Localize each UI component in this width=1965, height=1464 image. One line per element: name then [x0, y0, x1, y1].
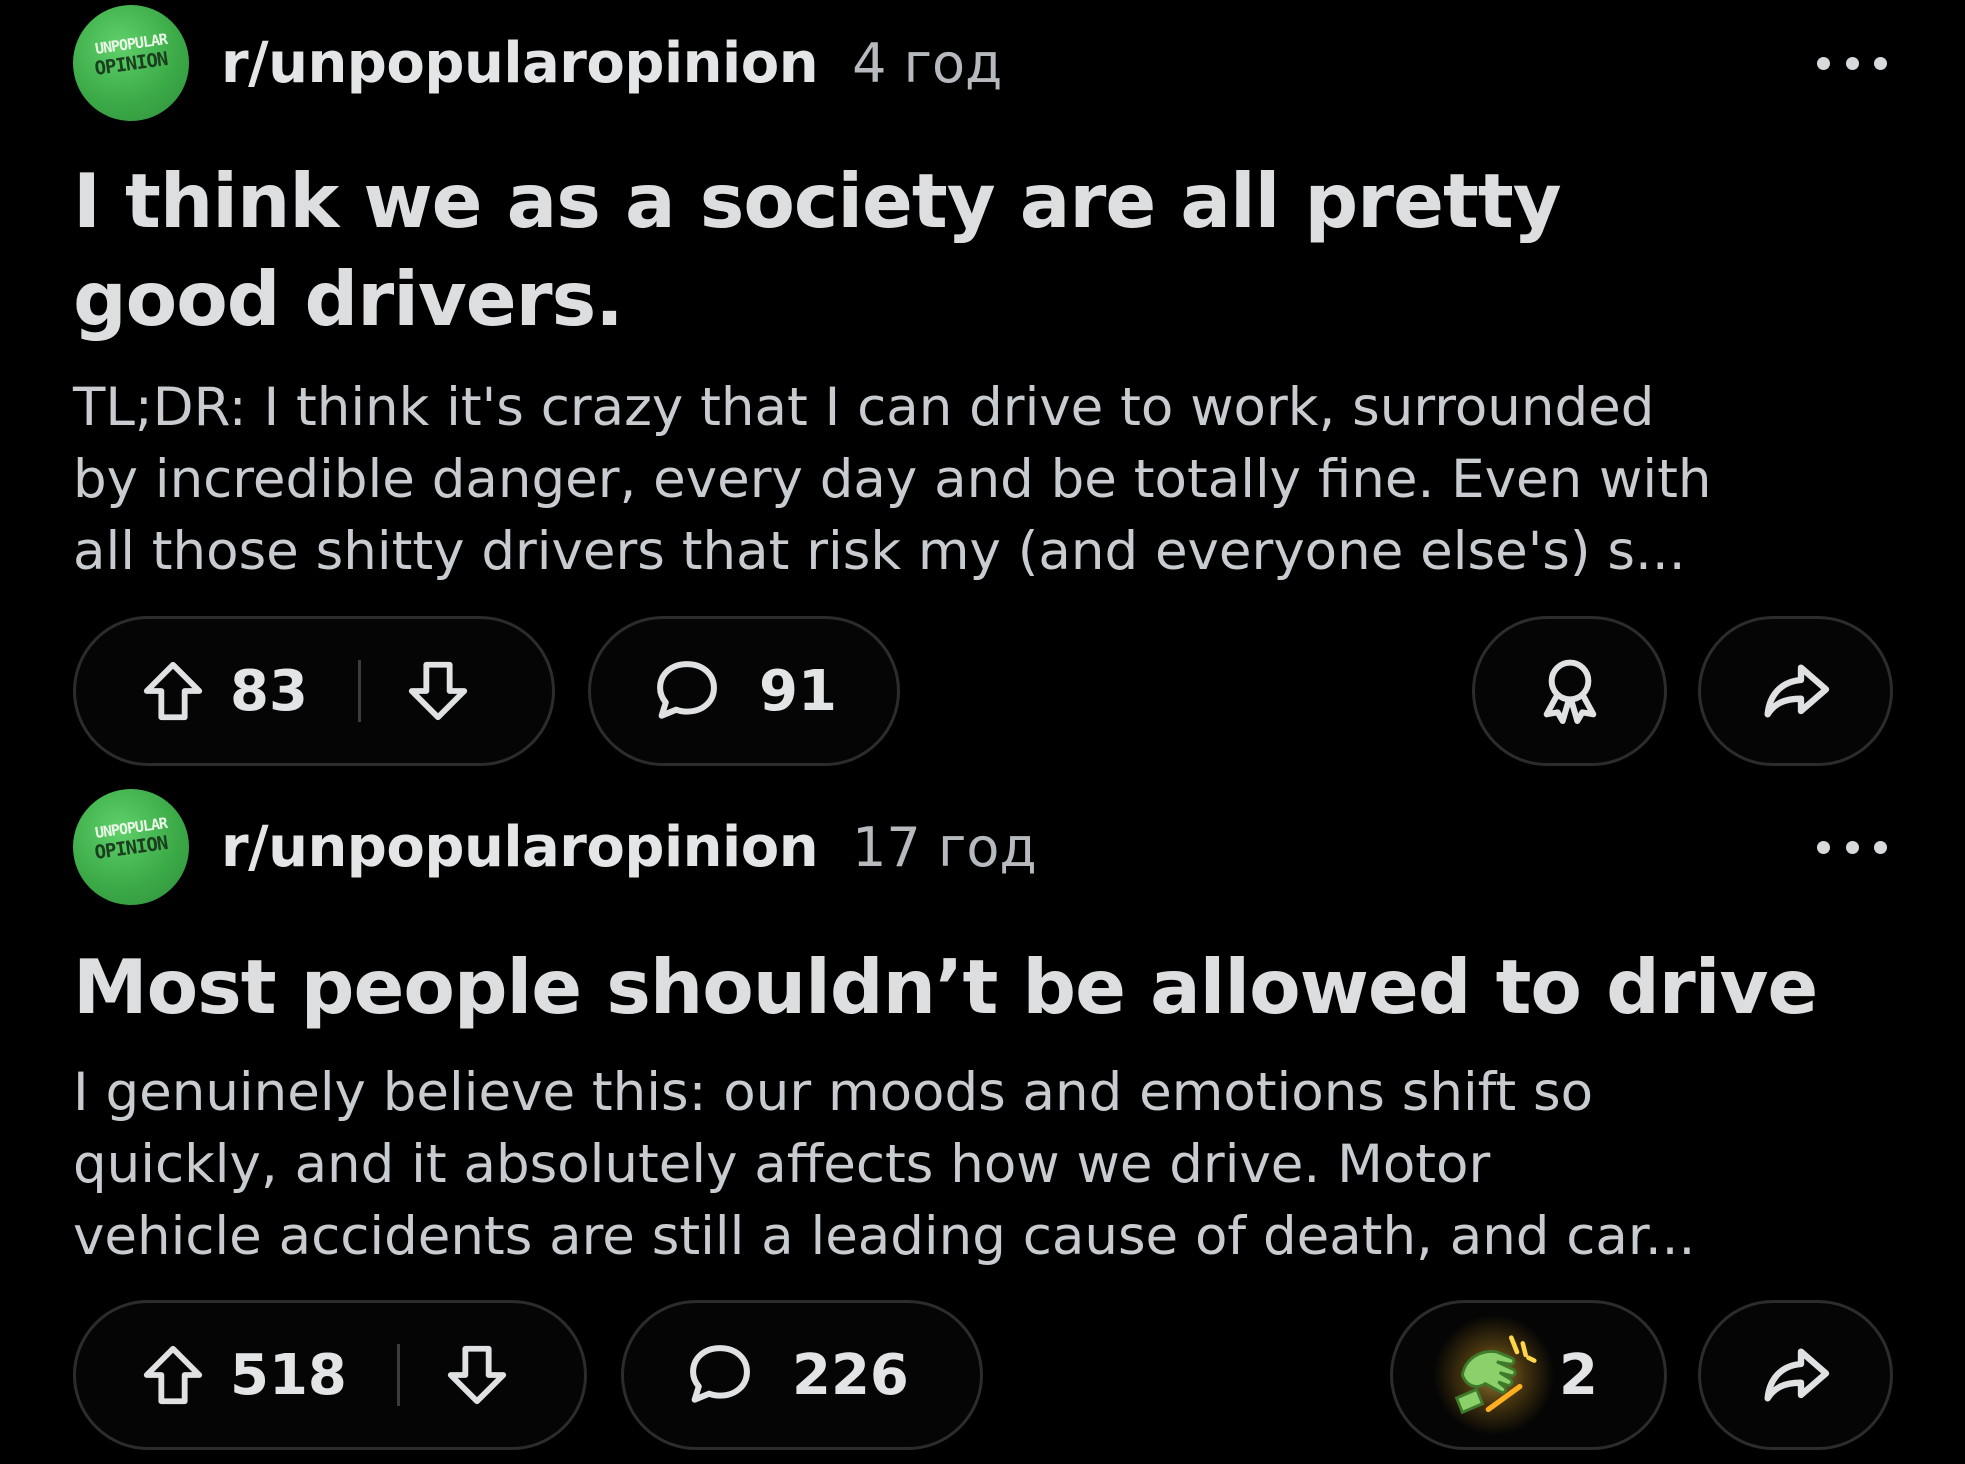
- subreddit-avatar[interactable]: UNPOPULAR OPINION: [73, 789, 189, 905]
- post-time: 17 год: [852, 815, 1037, 879]
- more-options-button[interactable]: [1817, 48, 1887, 78]
- downvote-button[interactable]: [442, 1340, 512, 1410]
- downvote-button[interactable]: [403, 656, 473, 726]
- arrow-up-icon: [143, 661, 203, 721]
- ellipsis-icon: [1874, 56, 1887, 70]
- share-button[interactable]: [1698, 616, 1893, 766]
- post-body-line: all those shitty drivers that risk my (a…: [73, 521, 1686, 582]
- comments-button[interactable]: 226: [621, 1300, 983, 1450]
- post-body-line: I genuinely believe this: our moods and …: [73, 1062, 1594, 1123]
- ellipsis-icon: [1817, 56, 1830, 70]
- post-title[interactable]: I think we as a society are all pretty g…: [73, 152, 1893, 348]
- post-body[interactable]: TL;DR: I think it's crazy that I can dri…: [73, 372, 1903, 588]
- vote-divider: [357, 660, 361, 722]
- post-body-line: by incredible danger, every day and be t…: [73, 449, 1712, 510]
- upvote-count: 83: [230, 658, 308, 724]
- subreddit-name[interactable]: r/unpopularopinion: [221, 31, 819, 96]
- post-title-line: good drivers.: [73, 255, 624, 343]
- subreddit-name[interactable]: r/unpopularopinion: [221, 815, 819, 880]
- award-button[interactable]: [1472, 616, 1667, 766]
- upvote-button[interactable]: [138, 1340, 208, 1410]
- arrow-down-icon: [408, 661, 468, 721]
- post-header: UNPOPULAR OPINION r/unpopularopinion 4 г…: [73, 5, 1003, 121]
- award-glow: [1433, 1314, 1555, 1436]
- arrow-down-icon: [447, 1345, 507, 1405]
- speech-bubble-icon: [690, 1345, 750, 1403]
- ellipsis-icon: [1817, 840, 1830, 854]
- speech-bubble-icon: [657, 661, 717, 719]
- subreddit-avatar[interactable]: UNPOPULAR OPINION: [73, 5, 189, 121]
- post-time: 4 год: [852, 31, 1003, 95]
- post-title-line: Most people shouldn’t be allowed to driv…: [73, 943, 1818, 1031]
- award-button[interactable]: 2: [1390, 1300, 1667, 1450]
- post-title-line: I think we as a society are all pretty: [73, 157, 1562, 245]
- share-arrow-icon: [1764, 1348, 1829, 1402]
- post-title[interactable]: Most people shouldn’t be allowed to driv…: [73, 938, 1893, 1036]
- ellipsis-icon: [1845, 840, 1859, 854]
- more-options-button[interactable]: [1817, 832, 1887, 862]
- comment-count: 91: [759, 658, 837, 724]
- comment-count: 226: [792, 1342, 909, 1408]
- vote-control: 83: [73, 616, 555, 766]
- ellipsis-icon: [1845, 56, 1859, 70]
- post-body[interactable]: I genuinely believe this: our moods and …: [73, 1057, 1903, 1273]
- vote-divider: [396, 1344, 400, 1406]
- post-body-line: vehicle accidents are still a leading ca…: [73, 1206, 1696, 1267]
- hand-award-icon: [1454, 1335, 1537, 1415]
- upvote-count: 518: [230, 1342, 347, 1408]
- upvote-button[interactable]: [138, 656, 208, 726]
- arrow-up-icon: [143, 1345, 203, 1405]
- share-button[interactable]: [1698, 1300, 1893, 1450]
- ellipsis-icon: [1874, 840, 1887, 854]
- post-body-line: TL;DR: I think it's crazy that I can dri…: [73, 377, 1655, 438]
- award-ribbon-icon: [1543, 659, 1596, 724]
- post-header: UNPOPULAR OPINION r/unpopularopinion 17 …: [73, 789, 1037, 905]
- post-body-line: quickly, and it absolutely affects how w…: [73, 1134, 1491, 1195]
- share-arrow-icon: [1764, 664, 1829, 718]
- comments-button[interactable]: 91: [588, 616, 900, 766]
- award-count: 2: [1559, 1342, 1598, 1408]
- vote-control: 518: [73, 1300, 587, 1450]
